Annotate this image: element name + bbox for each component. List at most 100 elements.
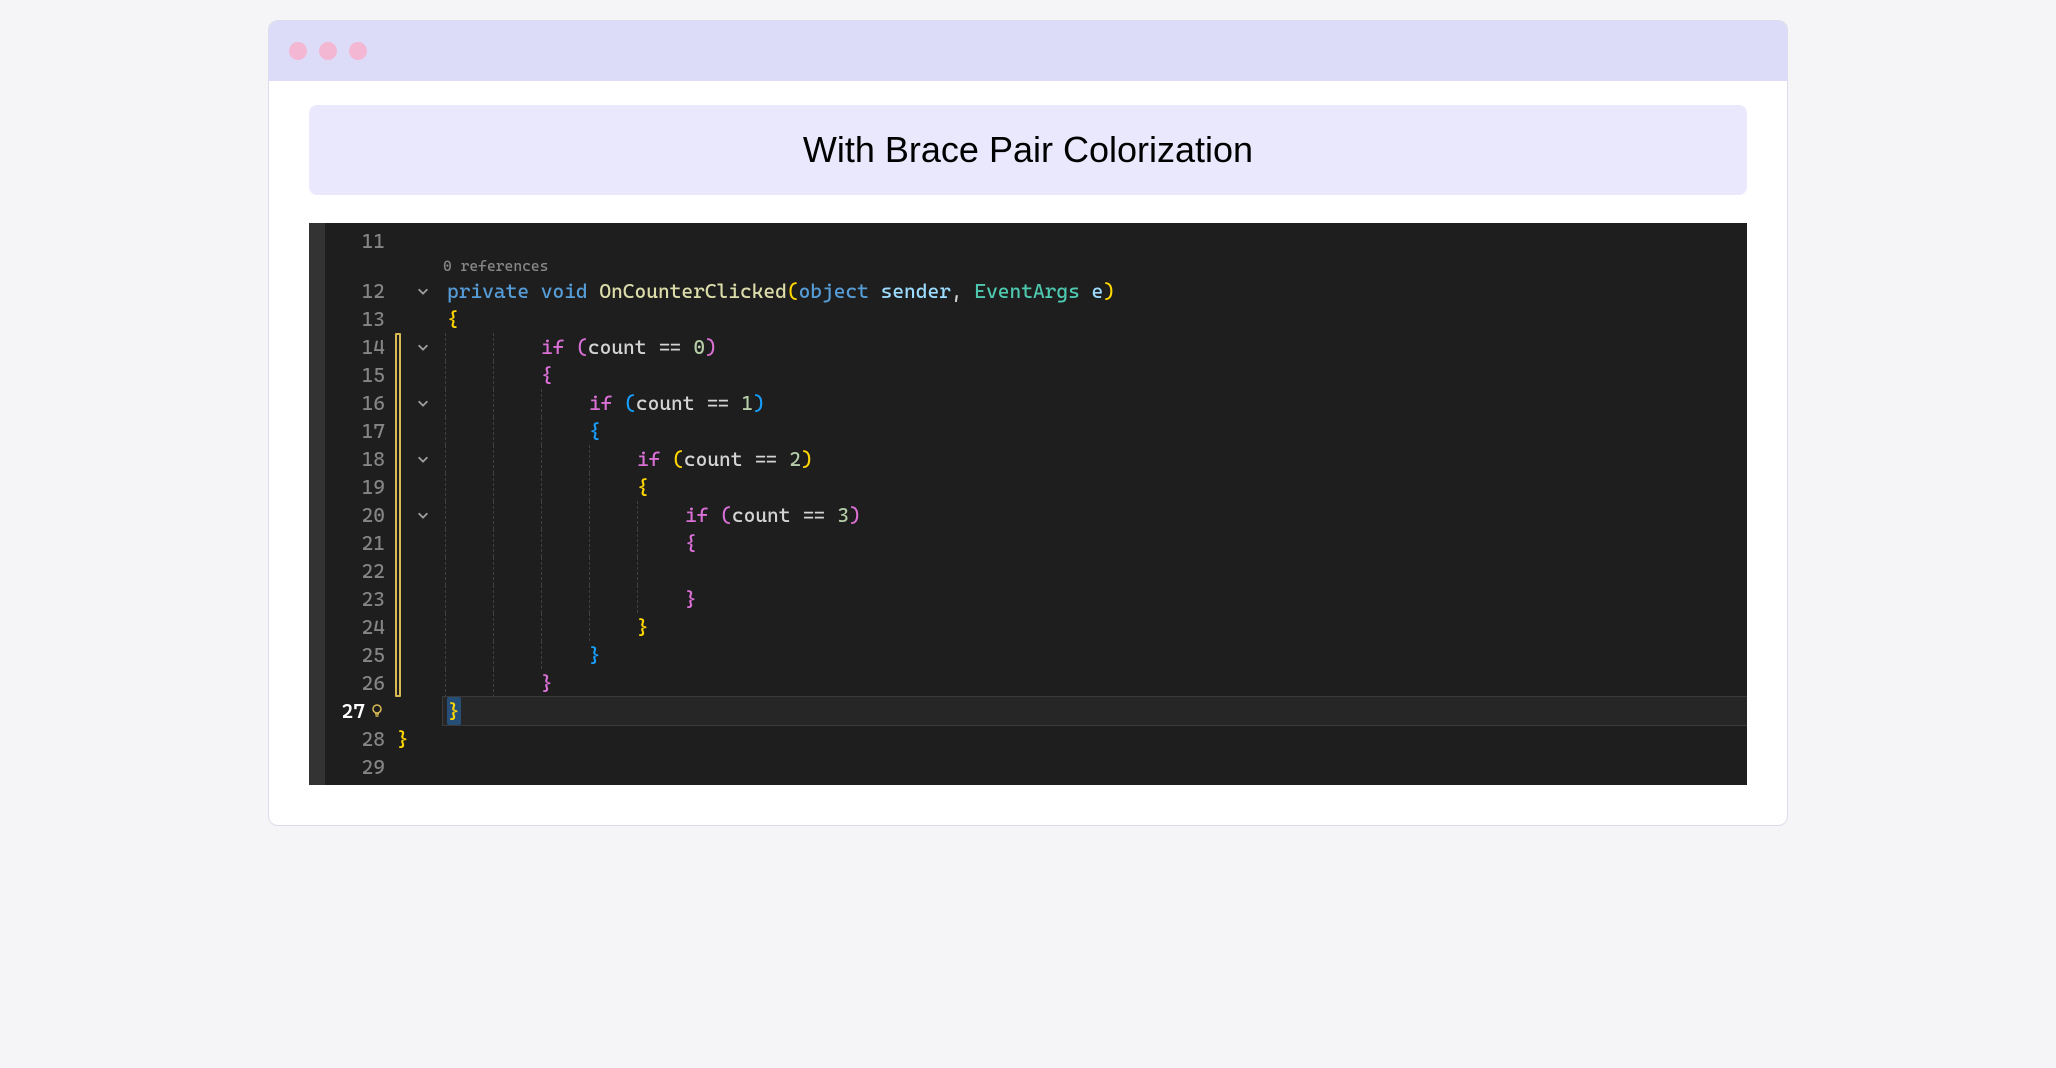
code-token: 0 bbox=[693, 333, 705, 361]
code-token: void bbox=[541, 277, 588, 305]
line-number: 28 bbox=[325, 725, 385, 753]
chevron-down-icon[interactable] bbox=[416, 284, 430, 298]
code-line[interactable]: if (count == 0) bbox=[443, 333, 1747, 361]
code-line[interactable]: } bbox=[443, 613, 1747, 641]
titlebar bbox=[269, 21, 1787, 81]
code-line[interactable]: { bbox=[443, 417, 1747, 445]
fold-cell bbox=[403, 227, 443, 255]
code-line[interactable]: { bbox=[443, 473, 1747, 501]
code-token: e bbox=[1092, 277, 1104, 305]
code-line[interactable] bbox=[443, 753, 1747, 781]
code-line[interactable]: if (count == 2) bbox=[443, 445, 1747, 473]
codelens-references[interactable]: 0 references bbox=[443, 255, 1747, 277]
code-token: 2 bbox=[789, 445, 801, 473]
code-token: ) bbox=[705, 333, 717, 361]
code-token: ) bbox=[849, 501, 861, 529]
code-line[interactable]: private void OnCounterClicked(object sen… bbox=[443, 277, 1747, 305]
line-number: 24 bbox=[325, 613, 385, 641]
code-token: { bbox=[447, 305, 459, 333]
code-token: OnCounterClicked bbox=[599, 277, 787, 305]
line-number: 11 bbox=[325, 227, 385, 255]
code-token bbox=[564, 333, 576, 361]
code-area[interactable]: 0 referencesprivate void OnCounterClicke… bbox=[443, 223, 1747, 785]
code-token bbox=[588, 277, 600, 305]
code-line[interactable]: } bbox=[443, 669, 1747, 697]
traffic-light-close-icon[interactable] bbox=[289, 42, 307, 60]
chevron-down-icon[interactable] bbox=[416, 452, 430, 466]
code-token: ( bbox=[672, 445, 684, 473]
code-token: count bbox=[684, 445, 743, 473]
code-line[interactable]: if (count == 3) bbox=[443, 501, 1747, 529]
chevron-down-icon[interactable] bbox=[416, 396, 430, 410]
code-line[interactable]: { bbox=[443, 305, 1747, 333]
modified-indicator-column bbox=[393, 223, 403, 785]
code-token: 1 bbox=[741, 389, 753, 417]
code-line[interactable]: } bbox=[443, 725, 1747, 753]
code-token bbox=[1080, 277, 1092, 305]
modified-range-indicator bbox=[395, 333, 401, 697]
line-number: 13 bbox=[325, 305, 385, 333]
code-line[interactable]: { bbox=[443, 529, 1747, 557]
code-token: ( bbox=[720, 501, 732, 529]
code-line[interactable]: } bbox=[443, 697, 1747, 725]
fold-cell bbox=[403, 697, 443, 725]
chevron-down-icon[interactable] bbox=[416, 340, 430, 354]
code-token: , bbox=[951, 277, 974, 305]
fold-cell bbox=[403, 613, 443, 641]
code-token: ) bbox=[1103, 277, 1115, 305]
app-window: With Brace Pair Colorization 11121314151… bbox=[268, 20, 1788, 826]
fold-cell bbox=[403, 473, 443, 501]
overview-ruler bbox=[309, 223, 325, 785]
fold-cell[interactable] bbox=[403, 445, 443, 473]
chevron-down-icon[interactable] bbox=[416, 508, 430, 522]
code-line[interactable]: if (count == 1) bbox=[443, 389, 1747, 417]
fold-cell bbox=[403, 669, 443, 697]
code-token: { bbox=[589, 417, 601, 445]
code-token: { bbox=[637, 473, 649, 501]
line-number: 29 bbox=[325, 753, 385, 781]
code-token bbox=[869, 277, 881, 305]
codelens-text[interactable]: 0 references bbox=[443, 256, 548, 277]
fold-column bbox=[403, 223, 443, 785]
fold-cell bbox=[403, 557, 443, 585]
line-number: 14 bbox=[325, 333, 385, 361]
line-number: 15 bbox=[325, 361, 385, 389]
code-line[interactable] bbox=[443, 227, 1747, 255]
line-number: 21 bbox=[325, 529, 385, 557]
lightbulb-icon[interactable] bbox=[369, 703, 385, 719]
code-token: == bbox=[646, 333, 693, 361]
line-number: 17 bbox=[325, 417, 385, 445]
code-token: if bbox=[541, 333, 564, 361]
code-line[interactable]: { bbox=[443, 361, 1747, 389]
code-token: 3 bbox=[837, 501, 849, 529]
fold-cell[interactable] bbox=[403, 333, 443, 361]
fold-cell bbox=[403, 417, 443, 445]
fold-cell bbox=[403, 753, 443, 781]
code-token bbox=[612, 389, 624, 417]
line-number: 27 bbox=[325, 697, 385, 725]
code-line[interactable] bbox=[443, 557, 1747, 585]
line-number: 25 bbox=[325, 641, 385, 669]
code-token: ) bbox=[801, 445, 813, 473]
code-line[interactable]: } bbox=[443, 585, 1747, 613]
code-token: count bbox=[636, 389, 695, 417]
fold-cell bbox=[403, 725, 443, 753]
fold-cell[interactable] bbox=[403, 389, 443, 417]
code-line[interactable]: } bbox=[443, 641, 1747, 669]
code-token: private bbox=[447, 277, 529, 305]
code-token: if bbox=[685, 501, 708, 529]
traffic-light-min-icon[interactable] bbox=[319, 42, 337, 60]
code-token: == bbox=[694, 389, 741, 417]
banner-title: With Brace Pair Colorization bbox=[309, 105, 1747, 195]
code-token: } bbox=[447, 697, 461, 725]
code-token: if bbox=[637, 445, 660, 473]
code-token: } bbox=[589, 641, 601, 669]
traffic-light-max-icon[interactable] bbox=[349, 42, 367, 60]
code-token: EventArgs bbox=[974, 277, 1079, 305]
line-number: 18 bbox=[325, 445, 385, 473]
fold-cell[interactable] bbox=[403, 277, 443, 305]
code-editor[interactable]: 11121314151617181920212223242526272829 0… bbox=[309, 223, 1747, 785]
code-token: count bbox=[732, 501, 791, 529]
code-token: object bbox=[799, 277, 869, 305]
fold-cell[interactable] bbox=[403, 501, 443, 529]
